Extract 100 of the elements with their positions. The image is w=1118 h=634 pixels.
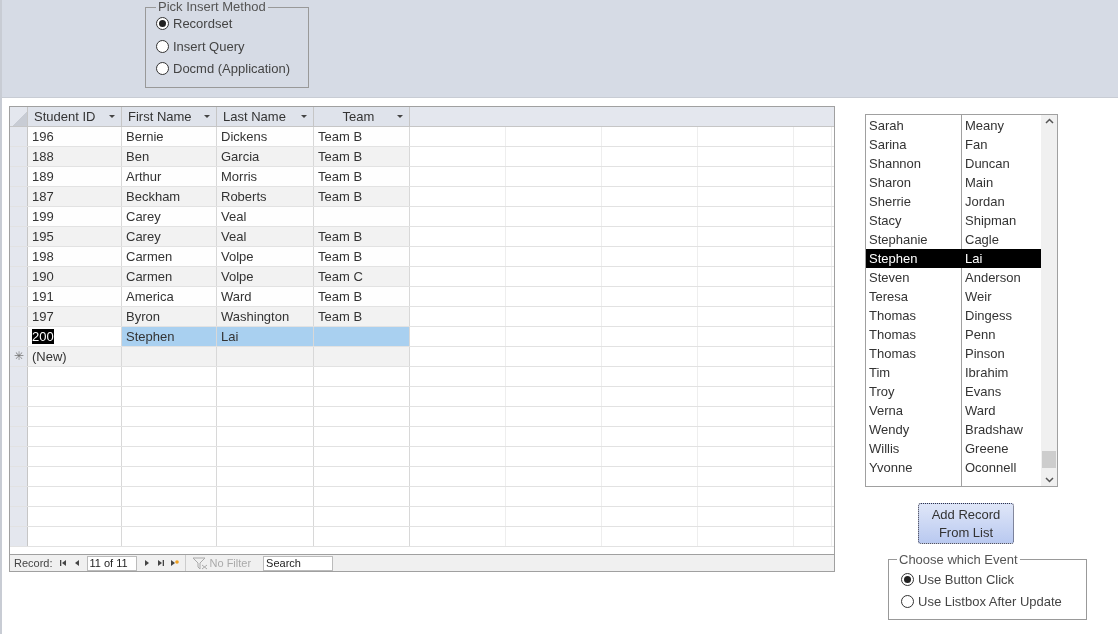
dropdown-arrow-icon[interactable] — [109, 115, 115, 118]
radio-label[interactable]: Insert Query — [173, 36, 245, 56]
select-all-corner[interactable] — [10, 107, 28, 126]
record-number-field[interactable]: 11 of 11 — [86, 555, 137, 571]
first-record-icon[interactable] — [58, 559, 67, 567]
table-cell[interactable]: 189 — [32, 169, 54, 184]
table-cell[interactable]: Washington — [221, 309, 290, 324]
table-cell[interactable]: Stephen — [122, 327, 217, 346]
row-selector[interactable] — [10, 507, 28, 526]
table-cell[interactable]: Dickens — [221, 129, 268, 144]
column-header[interactable]: Last Name — [217, 107, 314, 126]
row-selector[interactable] — [10, 227, 28, 246]
table-cell[interactable]: Byron — [126, 309, 160, 324]
table-cell[interactable]: Team B — [318, 129, 363, 144]
row-selector[interactable] — [10, 187, 28, 206]
scrollbar-thumb[interactable] — [1042, 451, 1056, 468]
radio-label[interactable]: Docmd (Application) — [173, 59, 291, 79]
list-row[interactable]: Troy Evans — [866, 382, 1041, 401]
radio-label[interactable]: Recordset — [173, 14, 233, 34]
row-selector[interactable] — [10, 367, 28, 386]
list-row[interactable]: Wendy Bradshaw — [866, 420, 1041, 439]
column-header[interactable]: Team — [314, 107, 410, 126]
list-row[interactable]: Verna Ward — [866, 401, 1041, 420]
list-row[interactable]: Steven Anderson — [866, 268, 1041, 287]
row-selector[interactable] — [10, 267, 28, 286]
table-cell[interactable]: Bernie — [126, 129, 164, 144]
table-cell[interactable]: Veal — [221, 209, 247, 224]
table-cell[interactable]: Team C — [318, 269, 363, 284]
radio-label[interactable]: Use Listbox After Update — [918, 592, 1062, 612]
row-selector[interactable] — [10, 167, 28, 186]
table-cell[interactable]: 199 — [32, 209, 54, 224]
row-selector[interactable] — [10, 307, 28, 326]
search-field[interactable]: Search — [263, 555, 334, 571]
table-cell[interactable]: 195 — [32, 229, 54, 244]
row-selector[interactable] — [10, 287, 28, 306]
table-cell[interactable]: Team B — [318, 189, 363, 204]
radio-button[interactable] — [156, 17, 169, 31]
new-record-label[interactable]: (New) — [32, 349, 67, 364]
row-selector[interactable] — [10, 467, 28, 486]
table-cell[interactable]: Lai — [217, 327, 314, 346]
list-row[interactable]: Shannon Duncan — [866, 154, 1041, 173]
column-header[interactable]: First Name — [122, 107, 217, 126]
column-header[interactable]: Student ID — [28, 107, 122, 126]
table-cell[interactable]: Carey — [126, 209, 161, 224]
list-row[interactable]: Tim Ibrahim — [866, 363, 1041, 382]
list-row[interactable]: Sherrie Jordan — [866, 192, 1041, 211]
row-selector[interactable] — [10, 387, 28, 406]
radio-button[interactable] — [156, 62, 169, 76]
table-cell[interactable]: 196 — [32, 129, 54, 144]
table-cell[interactable]: 188 — [32, 149, 54, 164]
row-selector[interactable] — [10, 527, 28, 546]
table-cell[interactable]: Team B — [318, 229, 363, 244]
list-row[interactable]: Stephen Lai — [866, 249, 1041, 268]
table-cell[interactable]: Team B — [318, 169, 363, 184]
row-selector[interactable] — [10, 127, 28, 146]
table-cell[interactable]: Volpe — [221, 249, 254, 264]
table-cell[interactable]: Team B — [318, 309, 363, 324]
row-selector[interactable] — [10, 447, 28, 466]
table-cell[interactable]: Carey — [126, 229, 161, 244]
scrollbar[interactable] — [1041, 115, 1057, 486]
table-cell[interactable] — [314, 327, 410, 346]
row-selector[interactable] — [10, 407, 28, 426]
list-row[interactable]: Sarah Meany — [866, 116, 1041, 135]
table-cell[interactable]: Morris — [221, 169, 258, 184]
list-row[interactable]: Thomas Dingess — [866, 306, 1041, 325]
next-record-icon[interactable] — [142, 559, 151, 567]
name-listbox[interactable] — [865, 114, 1058, 487]
row-selector[interactable] — [10, 327, 28, 346]
list-row[interactable]: Sharon Main — [866, 173, 1041, 192]
table-cell[interactable]: America — [126, 289, 174, 304]
table-cell[interactable]: Arthur — [126, 169, 162, 184]
table-cell[interactable]: Carmen — [126, 249, 173, 264]
list-row[interactable]: Thomas Penn — [866, 325, 1041, 344]
row-selector[interactable] — [10, 487, 28, 506]
scroll-down-icon[interactable] — [1044, 477, 1054, 483]
table-cell[interactable]: Garcia — [221, 149, 260, 164]
table-cell[interactable]: Carmen — [126, 269, 173, 284]
table-cell[interactable]: 187 — [32, 189, 54, 204]
list-row[interactable]: Teresa Weir — [866, 287, 1041, 306]
table-cell[interactable]: Beckham — [126, 189, 181, 204]
dropdown-arrow-icon[interactable] — [204, 115, 210, 118]
table-cell[interactable]: 197 — [32, 309, 54, 324]
table-cell[interactable]: Team B — [318, 149, 363, 164]
row-selector[interactable] — [10, 247, 28, 266]
list-row[interactable]: Sarina Fan — [866, 135, 1041, 154]
table-cell[interactable]: 191 — [32, 289, 54, 304]
radio-button[interactable] — [901, 572, 914, 586]
table-cell[interactable]: 200 — [32, 329, 54, 344]
table-cell[interactable]: Team B — [318, 249, 363, 264]
row-selector[interactable] — [10, 207, 28, 226]
add-record-button[interactable]: Add Record From List — [918, 503, 1014, 544]
new-record-icon[interactable] — [170, 559, 179, 567]
filter-icon[interactable] — [191, 556, 208, 570]
row-selector[interactable] — [10, 147, 28, 166]
list-row[interactable]: Stephanie Cagle — [866, 230, 1041, 249]
table-cell[interactable]: Team B — [318, 289, 363, 304]
row-selector[interactable] — [10, 427, 28, 446]
table-cell[interactable]: 198 — [32, 249, 54, 264]
table-cell[interactable]: Roberts — [221, 189, 267, 204]
table-cell[interactable]: Veal — [221, 229, 247, 244]
